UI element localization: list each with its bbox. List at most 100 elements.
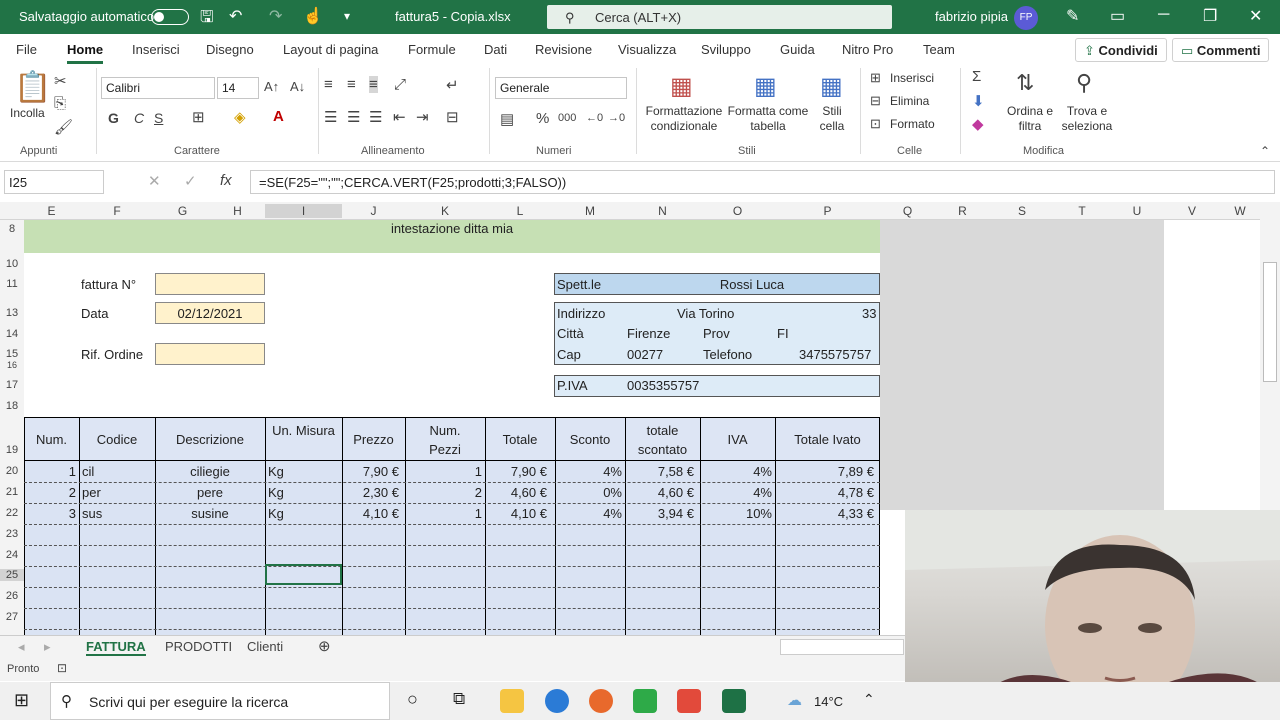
format-table-label[interactable]: Formatta come tabella: [725, 104, 811, 134]
cancel-icon[interactable]: ✕: [148, 172, 161, 190]
decrease-decimal-icon[interactable]: →0: [608, 112, 625, 124]
cell-total[interactable]: 7,90 €: [485, 464, 547, 479]
cell-vat[interactable]: 4%: [700, 485, 772, 500]
column-header[interactable]: S: [990, 204, 1054, 218]
row-header[interactable]: 20: [0, 465, 24, 477]
menu-draw[interactable]: Disegno: [206, 42, 254, 57]
weather-icon[interactable]: ☁: [787, 691, 802, 709]
cell-unit[interactable]: Kg: [268, 464, 284, 479]
column-header[interactable]: J: [342, 204, 405, 218]
align-middle-icon[interactable]: ≡: [347, 76, 356, 93]
align-top-icon[interactable]: ≡: [324, 76, 333, 93]
temperature[interactable]: 14°C: [814, 694, 843, 709]
customize-toolbar-icon[interactable]: ▾: [344, 9, 350, 23]
cell-price[interactable]: 7,90 €: [342, 464, 399, 479]
italic-button[interactable]: C: [134, 110, 144, 126]
firefox-icon[interactable]: [589, 689, 613, 713]
tray-chevron-icon[interactable]: ⌃: [863, 691, 875, 708]
grow-font-icon[interactable]: A↑: [264, 79, 279, 94]
cell-price[interactable]: 2,30 €: [342, 485, 399, 500]
edge-icon[interactable]: [545, 689, 569, 713]
row-header[interactable]: 22: [0, 507, 24, 519]
font-color-icon[interactable]: A: [273, 108, 284, 125]
row-header[interactable]: 11: [0, 278, 24, 290]
column-header[interactable]: U: [1110, 204, 1164, 218]
ribbon-display-icon[interactable]: ▭: [1110, 6, 1125, 26]
shrink-font-icon[interactable]: A↓: [290, 79, 305, 94]
row-header[interactable]: 15: [0, 348, 24, 360]
menu-home[interactable]: Home: [67, 42, 104, 64]
bold-button[interactable]: G: [108, 110, 119, 126]
menu-review[interactable]: Revisione: [535, 42, 592, 57]
horizontal-scrollbar[interactable]: [780, 639, 904, 655]
cell-code[interactable]: per: [82, 485, 101, 500]
column-header[interactable]: Q: [880, 204, 935, 218]
share-button[interactable]: ⇪ Condividi: [1075, 38, 1167, 62]
menu-nitro[interactable]: Nitro Pro: [842, 42, 893, 57]
column-header[interactable]: N: [625, 204, 700, 218]
delete-cells-label[interactable]: Elimina: [890, 94, 929, 109]
column-header[interactable]: I: [265, 204, 342, 218]
row-header[interactable]: 25: [0, 569, 24, 581]
cell-total[interactable]: 4,60 €: [485, 485, 547, 500]
cell-unit[interactable]: Kg: [268, 506, 284, 521]
autosum-icon[interactable]: Σ: [972, 68, 981, 85]
pen-icon[interactable]: ✎: [1066, 6, 1079, 26]
formula-input[interactable]: =SE(F25="";"";CERCA.VERT(F25;prodotti;3;…: [250, 170, 1275, 194]
cell-total-vat[interactable]: 7,89 €: [775, 464, 874, 479]
cell-discount[interactable]: 4%: [555, 464, 622, 479]
row-header[interactable]: 19: [0, 444, 24, 456]
table-row[interactable]: 2 per pere Kg 2,30 € 2 4,60 € 0% 4,60 € …: [24, 482, 880, 503]
underline-button[interactable]: S: [154, 110, 163, 126]
column-header[interactable]: L: [485, 204, 555, 218]
cell-desc[interactable]: pere: [155, 485, 265, 500]
insert-cells-icon[interactable]: ⊞: [870, 70, 881, 86]
avatar[interactable]: FP: [1014, 6, 1038, 30]
cell-desc[interactable]: susine: [155, 506, 265, 521]
file-name[interactable]: fattura5 - Copia.xlsx: [395, 9, 511, 24]
taskbar-search[interactable]: ⚲ Scrivi qui per eseguire la ricerca: [50, 682, 390, 720]
menu-file[interactable]: File: [16, 42, 37, 57]
column-header[interactable]: O: [700, 204, 775, 218]
search-box[interactable]: ⚲ Cerca (ALT+X): [547, 5, 892, 29]
tab-fattura[interactable]: FATTURA: [86, 639, 146, 656]
column-header[interactable]: H: [210, 204, 265, 218]
column-header[interactable]: T: [1054, 204, 1110, 218]
cell-code[interactable]: sus: [82, 506, 102, 521]
touch-mode-icon[interactable]: ☝: [303, 6, 323, 26]
decrease-indent-icon[interactable]: ⇤: [393, 108, 406, 126]
conditional-format-icon[interactable]: ▦: [670, 72, 693, 101]
format-cells-label[interactable]: Formato: [890, 117, 935, 132]
add-sheet-icon[interactable]: ⊕: [318, 637, 331, 655]
row-header[interactable]: 26: [0, 590, 24, 602]
menu-data[interactable]: Dati: [484, 42, 507, 57]
cell-price[interactable]: 4,10 €: [342, 506, 399, 521]
font-name-select[interactable]: Calibri: [101, 77, 215, 99]
row-header[interactable]: 18: [0, 400, 24, 412]
cell-discounted[interactable]: 3,94 €: [625, 506, 694, 521]
camtasia-icon[interactable]: [633, 689, 657, 713]
table-row[interactable]: 3 sus susine Kg 4,10 € 1 4,10 € 4% 3,94 …: [24, 503, 880, 524]
fill-color-icon[interactable]: ◈: [234, 108, 246, 126]
paste-label[interactable]: Incolla: [10, 106, 45, 121]
column-header[interactable]: M: [555, 204, 625, 218]
save-icon[interactable]: 🖫: [200, 6, 214, 33]
cell-qty[interactable]: 2: [405, 485, 482, 500]
format-painter-icon[interactable]: 🖌: [54, 118, 73, 136]
enter-icon[interactable]: ✓: [184, 172, 197, 190]
column-header[interactable]: V: [1164, 204, 1220, 218]
cell-discount[interactable]: 4%: [555, 506, 622, 521]
excel-icon[interactable]: [722, 689, 746, 713]
align-center-icon[interactable]: ☰: [347, 108, 360, 126]
find-select-label[interactable]: Trova e seleziona: [1056, 104, 1118, 134]
wrap-text-icon[interactable]: ↵: [446, 76, 459, 94]
number-format-select[interactable]: Generale: [495, 77, 627, 99]
increase-decimal-icon[interactable]: ←0: [586, 112, 603, 124]
cell-qty[interactable]: 1: [405, 464, 482, 479]
column-header[interactable]: K: [405, 204, 485, 218]
cell-vat[interactable]: 10%: [700, 506, 772, 521]
active-cell-cursor[interactable]: [265, 564, 342, 585]
copy-icon[interactable]: ⎘: [54, 95, 66, 112]
format-table-icon[interactable]: ▦: [754, 72, 777, 101]
windows-start-icon[interactable]: ⊞: [14, 690, 29, 711]
